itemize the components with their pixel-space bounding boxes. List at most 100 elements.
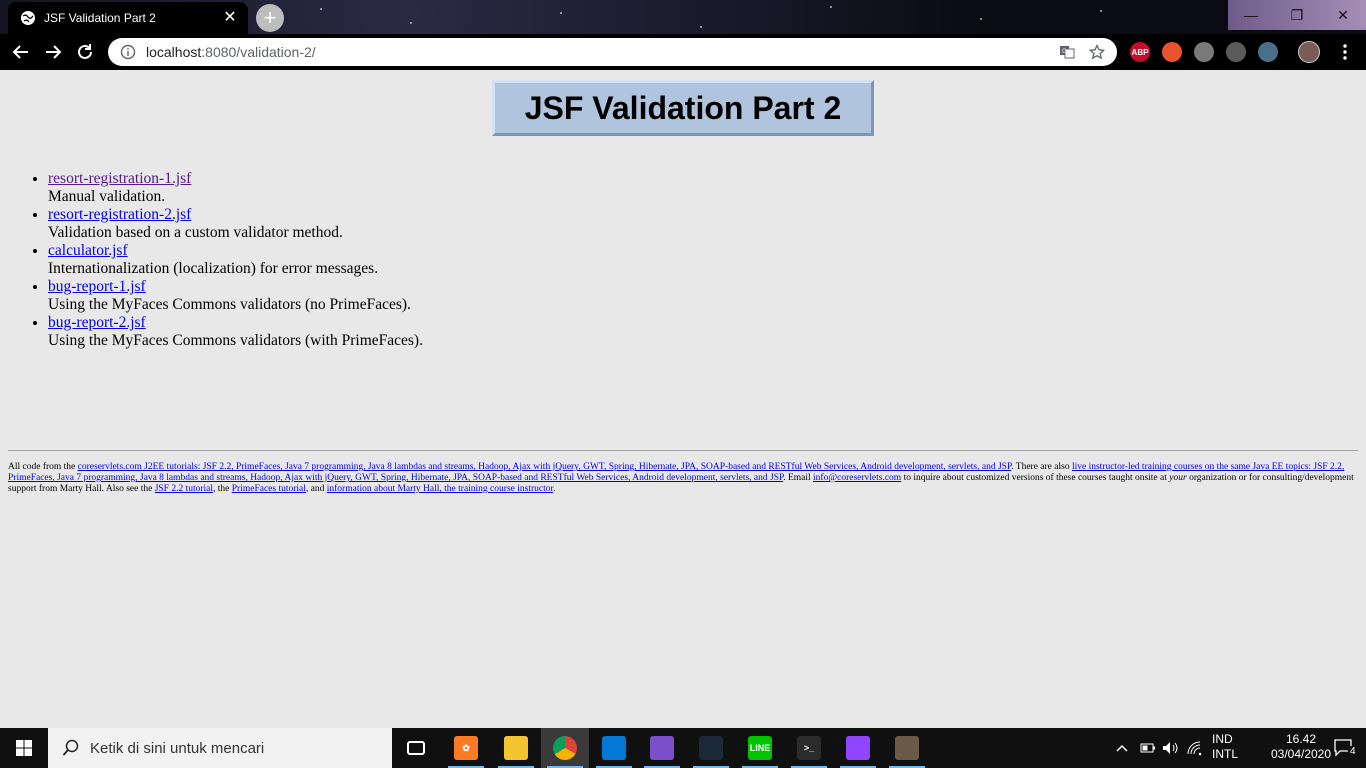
wifi-icon[interactable] [1186,740,1202,756]
link-description: Validation based on a custom validator m… [48,224,343,241]
link-resort-registration-1[interactable]: resort-registration-1.jsf [48,170,191,187]
star-decoration [700,26,702,28]
globe-icon [21,11,35,25]
windows-taskbar: Ketik di sini untuk mencari ✿ LINE >_ IND … [0,728,1366,768]
page-title: JSF Validation Part 2 [524,89,842,126]
taskbar-app-button[interactable]: LINE [736,728,784,768]
footer-text: . There are also [1011,462,1072,472]
address-bar[interactable]: localhost:8080/validation-2/ G [108,38,1117,66]
game-icon [895,736,919,760]
windows-logo-icon [16,740,32,756]
window-controls: — ❐ ✕ [1228,0,1366,30]
extension-icon-3[interactable] [1194,42,1214,62]
link-resort-registration-2[interactable]: resort-registration-2.jsf [48,206,191,223]
link-description: Using the MyFaces Commons validators (wi… [48,332,423,349]
close-window-button[interactable]: ✕ [1320,0,1366,30]
footer-divider [8,450,1358,451]
list-item: bug-report-1.jsf Using the MyFaces Commo… [48,278,423,314]
extension-icon-4[interactable] [1226,42,1246,62]
maximize-button[interactable]: ❐ [1274,0,1320,30]
action-center-button[interactable]: 4 [1322,728,1366,768]
tab-close-icon[interactable]: ✕ [222,10,238,26]
footer-text: . [553,484,556,494]
chrome-icon [553,736,577,760]
link-description: Internationalization (localization) for … [48,260,379,277]
url-text[interactable]: localhost:8080/validation-2/ [146,44,1059,60]
star-decoration [410,22,412,24]
search-icon [62,739,79,756]
star-decoration [320,8,322,10]
list-item: bug-report-2.jsf Using the MyFaces Commo… [48,314,423,350]
example-links-list: resort-registration-1.jsf Manual validat… [48,170,423,350]
star-decoration [560,12,562,14]
browser-tab-active[interactable]: JSF Validation Part 2 ✕ [8,2,248,34]
taskbar-app-button[interactable]: >_ [785,728,833,768]
line-icon: LINE [748,736,772,760]
browser-tab-strip: JSF Validation Part 2 ✕ + — ❐ ✕ [0,0,1366,34]
info-icon[interactable] [120,44,136,60]
footer-link-email[interactable]: info@coreservlets.com [813,473,901,483]
link-bug-report-1[interactable]: bug-report-1.jsf [48,278,146,295]
link-description: Manual validation. [48,188,166,205]
battery-icon[interactable] [1140,741,1156,755]
list-item: resort-registration-2.jsf Validation bas… [48,206,423,242]
new-tab-button[interactable]: + [256,4,284,32]
profile-avatar[interactable] [1294,37,1324,67]
reload-icon [78,44,92,59]
footer-link-primefaces-tutorial[interactable]: PrimeFaces tutorial [232,484,306,494]
footer-text: , and [305,484,327,494]
footer-text: , the [213,484,232,494]
forward-button[interactable] [38,37,68,67]
footer-text: to inquire about customized versions of … [901,473,1170,483]
page-footer: All code from the coreservlets.com J2EE … [8,462,1354,495]
language-code: IND [1212,732,1233,746]
link-calculator[interactable]: calculator.jsf [48,242,128,259]
taskbar-app-button[interactable] [883,728,931,768]
file-explorer-icon [504,736,528,760]
footer-link-marty-hall[interactable]: information about Marty Hall, the traini… [327,484,553,494]
browser-toolbar: localhost:8080/validation-2/ G ABP [0,34,1366,70]
taskbar-app-button[interactable] [590,728,638,768]
more-vert-icon [1343,44,1347,60]
notification-count: 4 [1348,746,1358,757]
taskbar-app-button[interactable] [392,728,440,768]
list-item: resort-registration-1.jsf Manual validat… [48,170,423,206]
link-bug-report-2[interactable]: bug-report-2.jsf [48,314,146,331]
abp-icon[interactable]: ABP [1130,42,1150,62]
page-content: JSF Validation Part 2 resort-registratio… [0,70,1366,728]
page-title-box: JSF Validation Part 2 [492,80,874,136]
taskbar-app-button[interactable] [687,728,735,768]
start-button[interactable] [0,728,48,768]
taskbar-app-button[interactable]: ✿ [442,728,490,768]
taskbar-app-button[interactable] [638,728,686,768]
fox-extension-icon[interactable] [1162,42,1182,62]
star-decoration [830,6,832,8]
reload-button[interactable] [70,37,100,67]
url-path: :8080/validation-2/ [201,44,316,60]
vscode-icon [602,736,626,760]
taskbar-app-button[interactable] [541,728,589,768]
minimize-button[interactable]: — [1228,0,1274,30]
translate-icon[interactable]: G [1059,44,1075,60]
chevron-up-icon[interactable] [1116,742,1128,754]
avatar [1298,41,1320,63]
link-description: Using the MyFaces Commons validators (no… [48,296,411,313]
bookmark-star-icon[interactable] [1089,44,1105,60]
input-language-indicator[interactable]: IND INTL [1212,732,1242,762]
taskbar-app-button[interactable] [492,728,540,768]
star-decoration [1100,10,1102,12]
browser-menu-button[interactable] [1330,37,1360,67]
url-host: localhost [146,44,202,60]
taskbar-search-input[interactable]: Ketik di sini untuk mencari [48,728,392,768]
footer-link-tutorials[interactable]: coreservlets.com J2EE tutorials: JSF 2.2… [78,462,1012,472]
star-decoration [980,18,982,20]
xampp-icon: ✿ [454,736,478,760]
taskbar-app-button[interactable] [834,728,882,768]
volume-icon[interactable] [1162,740,1180,756]
steam-icon [699,736,723,760]
extension-icon-5[interactable] [1258,42,1278,62]
back-button[interactable] [6,37,36,67]
arrow-right-icon [46,45,62,59]
footer-text: All code from the [8,462,78,472]
footer-link-jsf-tutorial[interactable]: JSF 2.2 tutorial [155,484,213,494]
